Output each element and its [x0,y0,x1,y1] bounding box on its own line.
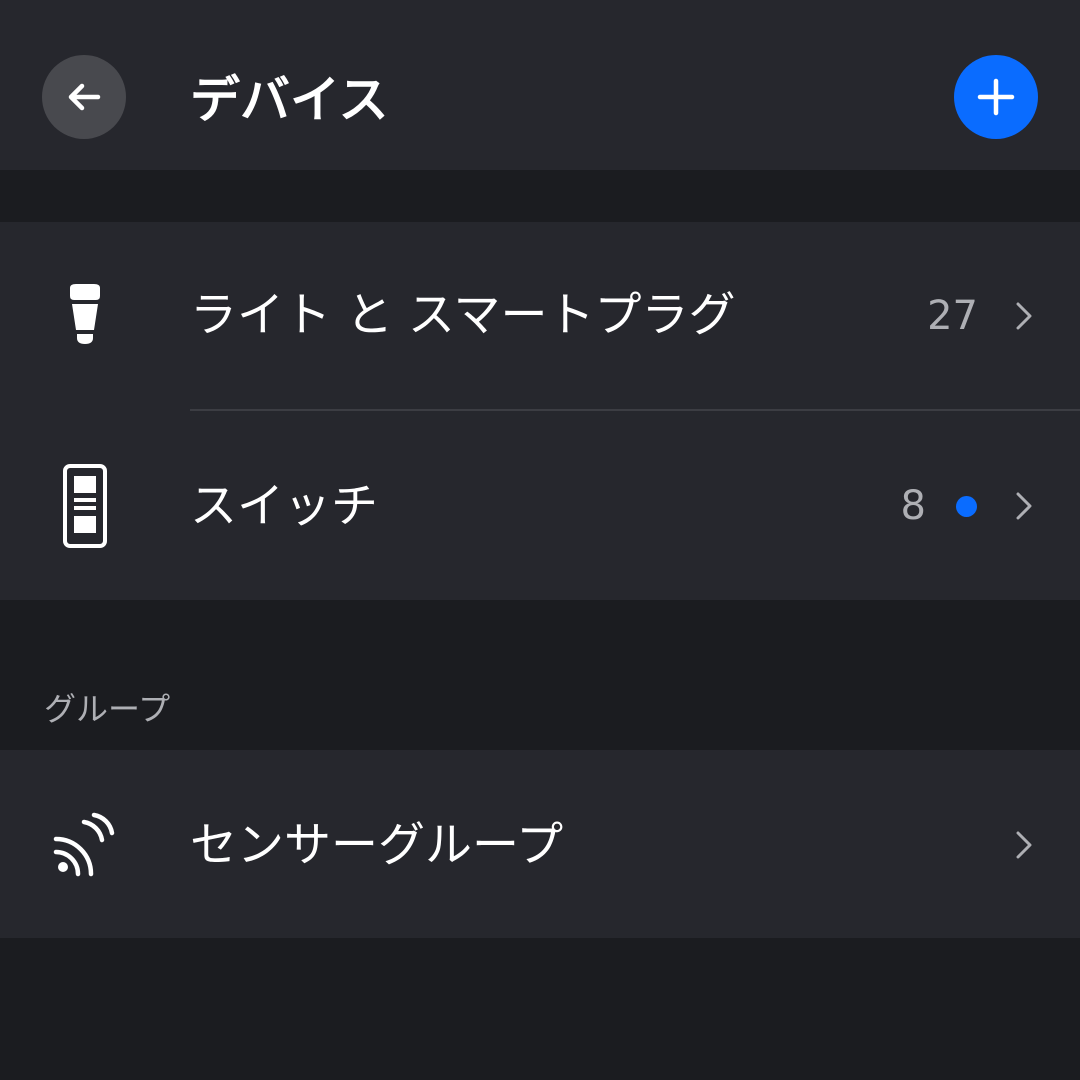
sensor-group-label: センサーグループ [190,818,564,873]
section-header-groups: グループ [44,690,171,728]
status-dot [956,496,977,517]
lights-and-plugs-label: ライト と スマートプラグ [190,288,736,343]
sensor-waves-icon [40,812,130,878]
chevron-right-icon [1016,492,1032,520]
list-item-sensor-group[interactable]: センサーグループ [0,750,1080,938]
switches-count: 8 [900,483,926,529]
back-button[interactable] [42,55,126,139]
plus-icon [977,78,1015,116]
switches-label: スイッチ [190,479,378,534]
devices-card: ライト と スマートプラグ 27 スイッチ 8 [0,222,1080,600]
chevron-right-icon [1016,302,1032,330]
list-item-switches[interactable]: スイッチ 8 [0,411,1080,600]
switch-icon [40,463,130,549]
chevron-right-icon [1016,831,1032,859]
bulb-icon [40,280,130,350]
add-device-button[interactable] [954,55,1038,139]
list-item-lights-and-plugs[interactable]: ライト と スマートプラグ 27 [0,222,1080,410]
page-title: デバイス [190,71,389,129]
arrow-left-icon [68,83,101,111]
groups-card: センサーグループ [0,750,1080,938]
top-bar: デバイス [0,0,1080,170]
lights-and-plugs-count: 27 [927,293,978,339]
